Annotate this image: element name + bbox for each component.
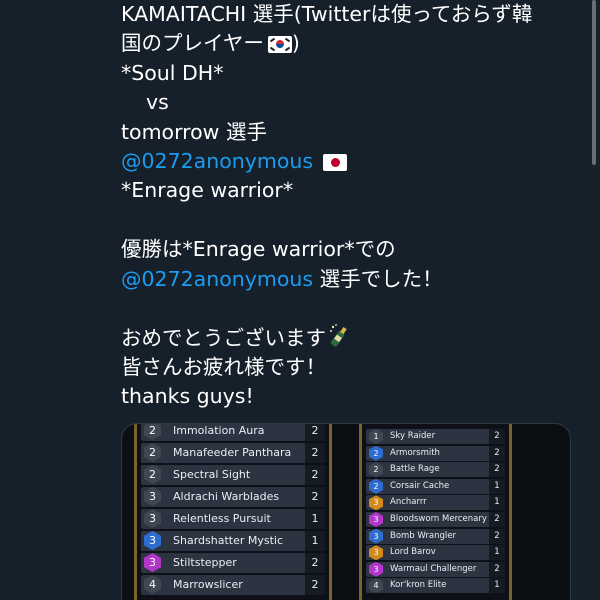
deck-card-row: 1 Sky Raider 2: [366, 429, 505, 444]
flag-japan-icon: [323, 153, 348, 171]
mana-cost-gem: 3: [144, 553, 161, 572]
tweet-text: KAMAITACHI 選手(Twitterは使っておらず韓 国のプレイヤー) *…: [121, 0, 586, 411]
card-name: Spectral Sight: [173, 468, 251, 481]
card-name: Manafeeder Panthara: [173, 446, 292, 459]
mana-cost-gem: 2: [369, 445, 383, 461]
card-name: Bomb Wrangler: [390, 530, 457, 541]
deck-card-row: 2 Spectral Sight 2: [141, 465, 325, 485]
mana-cost-gem: 3: [144, 509, 161, 528]
deck-card-row: 3 Lord Barov 1: [366, 545, 505, 561]
deck-card-row: 2 Corsair Cache 1: [366, 478, 505, 494]
mana-cost-gem: 3: [144, 531, 161, 550]
card-count: 2: [305, 424, 325, 441]
mana-cost-gem: 2: [369, 462, 383, 478]
deck-card-row: 2 Manafeeder Panthara 2: [141, 443, 325, 463]
deck-card-row: 3 Bloodsworn Mercenary 2: [366, 512, 505, 527]
flag-south-korea-icon: [267, 36, 292, 54]
card-name: Lord Barov: [390, 547, 436, 558]
card-count: 1: [305, 509, 325, 529]
tweet-line: *Enrage warrior*: [121, 178, 294, 203]
deck-card-row: 3 Shardshatter Mystic 1: [141, 531, 325, 551]
tweet-line: 優勝は*Enrage warrior*での: [121, 237, 396, 262]
mention-link[interactable]: @0272anonymous: [121, 149, 313, 173]
card-count: 2: [305, 465, 325, 485]
card-count: 1: [489, 495, 505, 511]
tweet-line: @0272anonymous 選手でした！: [121, 266, 443, 291]
tweet-media-image[interactable]: 2 Immolation Aura 2 2 Manafeeder Panthara 2 2 S…: [121, 423, 571, 600]
deck-card-row: 2 Battle Rage 2: [366, 462, 505, 478]
card-count: 2: [305, 575, 325, 595]
card-count: 1: [489, 578, 505, 594]
card-name: Stiltstepper: [173, 556, 237, 569]
card-count: 2: [489, 445, 505, 461]
card-name: Bloodsworn Mercenary: [390, 514, 487, 524]
card-name: Relentless Pursuit: [173, 512, 271, 525]
mana-cost-gem: 3: [369, 512, 383, 527]
mana-cost-gem: 1: [369, 429, 383, 444]
tweet-line: 国のプレイヤー): [121, 31, 300, 56]
card-name: Sky Raider: [390, 431, 436, 441]
card-count: 1: [489, 478, 505, 494]
card-name: Ancharrr: [390, 497, 427, 508]
card-count: 2: [489, 462, 505, 478]
tweet-line: *Soul DH*: [121, 60, 224, 85]
deck-list-left: 2 Immolation Aura 2 2 Manafeeder Panthara 2 2 S…: [134, 424, 332, 600]
mana-cost-gem: 2: [144, 443, 161, 462]
card-name: Immolation Aura: [173, 424, 265, 437]
deck-card-row: 2 Armorsmith 2: [366, 445, 505, 461]
deck-card-row: 3 Bomb Wrangler 2: [366, 528, 505, 544]
card-name: Battle Rage: [390, 464, 440, 475]
tweet-line: KAMAITACHI 選手(Twitterは使っておらず韓: [121, 2, 533, 26]
tweet-line: vs: [146, 90, 169, 115]
mana-cost-gem: 4: [369, 578, 383, 594]
tweet-line: thanks guys!: [121, 384, 254, 409]
deck-card-row: 3 Warmaul Challenger 2: [366, 561, 505, 577]
card-count: 2: [489, 429, 505, 444]
tweet-line: tomorrow 選手: [121, 119, 267, 144]
card-name: Corsair Cache: [390, 480, 450, 491]
deck-card-row: 3 Aldrachi Warblades 2: [141, 487, 325, 507]
card-count: 2: [489, 512, 505, 527]
card-count: 2: [305, 443, 325, 463]
tweet-line: 皆さんお疲れ様です！: [121, 354, 326, 379]
mention-link[interactable]: @0272anonymous: [121, 267, 313, 291]
card-count: 2: [305, 487, 325, 507]
deck-card-row: 3 Stiltstepper 2: [141, 553, 325, 573]
card-count: 1: [305, 531, 325, 551]
card-count: 2: [489, 561, 505, 577]
card-count: 1: [489, 545, 505, 561]
card-name: Shardshatter Mystic: [173, 534, 284, 547]
mana-cost-gem: 4: [144, 575, 161, 594]
deck-card-row: 2 Immolation Aura 2: [141, 424, 325, 441]
card-name: Kor'kron Elite: [390, 580, 447, 591]
card-name: Marrowslicer: [173, 578, 243, 591]
mana-cost-gem: 3: [369, 561, 383, 577]
card-name: Aldrachi Warblades: [173, 490, 280, 503]
deck-card-row: 3 Ancharrr 1: [366, 495, 505, 511]
card-count: 2: [305, 553, 325, 573]
deck-list-right: 1 Sky Raider 2 2 Armorsmith 2 2 Battle Rage 2 2 Co…: [359, 424, 512, 600]
tweet-line: @0272anonymous: [121, 147, 586, 176]
mana-cost-gem: 3: [369, 545, 383, 561]
mana-cost-gem: 2: [369, 478, 383, 494]
mana-cost-gem: 2: [144, 424, 161, 440]
card-name: Armorsmith: [390, 447, 440, 458]
deck-card-row: 4 Kor'kron Elite 1: [366, 578, 505, 594]
scrollbar[interactable]: [592, 0, 596, 165]
mana-cost-gem: 3: [369, 528, 383, 544]
tweet-line: おめでとうございます: [121, 323, 586, 352]
champagne-bottle-icon: [328, 323, 350, 349]
card-count: 2: [489, 528, 505, 544]
deck-card-row: 3 Relentless Pursuit 1: [141, 509, 325, 529]
deck-card-row: 4 Marrowslicer 2: [141, 575, 325, 595]
mana-cost-gem: 3: [369, 495, 383, 511]
mana-cost-gem: 2: [144, 465, 161, 484]
card-name: Warmaul Challenger: [390, 563, 477, 574]
mana-cost-gem: 3: [144, 487, 161, 506]
